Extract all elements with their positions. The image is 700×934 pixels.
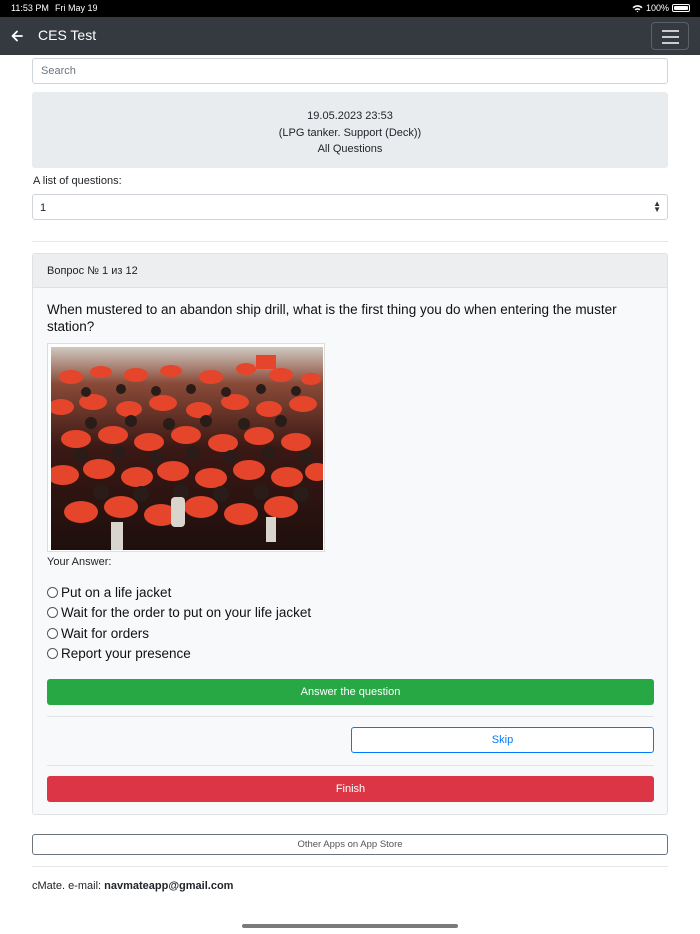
question-list-label: A list of questions: (33, 175, 122, 187)
battery-icon (672, 4, 690, 12)
app-title: CES Test (38, 27, 97, 43)
question-card: Вопрос № 1 из 12 When mustered to an aba… (32, 253, 668, 815)
test-scope: All Questions (317, 143, 383, 155)
contact-email[interactable]: navmateapp@gmail.com (104, 880, 233, 892)
divider (32, 241, 668, 242)
menu-icon-line (662, 42, 679, 44)
radio-button[interactable] (47, 627, 58, 639)
battery-percent: 100% (645, 3, 669, 13)
answer-option[interactable]: Report your presence (47, 644, 311, 665)
radio-button[interactable] (47, 648, 58, 660)
back-arrow-icon[interactable] (9, 26, 25, 46)
test-category: (LPG tanker. Support (Deck)) (278, 126, 422, 139)
home-indicator[interactable] (242, 924, 458, 928)
status-date: Fri May 19 (55, 3, 98, 13)
skip-button[interactable]: Skip (351, 727, 654, 753)
divider (47, 765, 654, 766)
status-right: 100% (632, 3, 690, 13)
answer-question-button[interactable]: Answer the question (47, 679, 654, 705)
divider (32, 866, 668, 867)
question-image (47, 343, 325, 552)
select-chevron-icon: ▲ ▼ (653, 199, 661, 214)
your-answer-label: Your Answer: (47, 556, 112, 568)
answer-option[interactable]: Wait for the order to put on your life j… (47, 603, 311, 624)
test-info-box: 19.05.2023 23:53 (LPG tanker. Support (D… (32, 92, 668, 168)
question-select-value: 1 (40, 202, 47, 214)
answer-option[interactable]: Put on a life jacket (47, 582, 311, 603)
divider (47, 716, 654, 717)
status-time: 11:53 PM (11, 3, 49, 13)
question-select[interactable]: 1 ▲ ▼ (32, 194, 668, 220)
radio-button[interactable] (47, 607, 58, 619)
search-input[interactable]: Search (32, 58, 668, 84)
radio-button[interactable] (47, 586, 58, 598)
answer-option-label: Report your presence (61, 646, 191, 662)
answer-option-label: Put on a life jacket (61, 584, 172, 600)
status-bar: 11:53 PM Fri May 19 100% (0, 0, 700, 17)
question-counter: Вопрос № 1 из 12 (33, 254, 667, 288)
wifi-icon (632, 4, 643, 12)
other-apps-button[interactable]: Other Apps on App Store (32, 834, 668, 855)
hamburger-menu-button[interactable] (651, 22, 689, 50)
question-text: When mustered to an abandon ship drill, … (47, 302, 617, 334)
menu-icon-line (662, 36, 679, 38)
menu-icon-line (662, 30, 679, 32)
test-datetime: 19.05.2023 23:53 (307, 110, 393, 122)
answer-options: Put on a life jacket Wait for the order … (47, 582, 311, 664)
footer: cMate. e-mail: navmateapp@gmail.com (32, 880, 233, 892)
footer-prefix: cMate. e-mail: (32, 880, 105, 892)
answer-option-label: Wait for orders (61, 625, 150, 641)
answer-option[interactable]: Wait for orders (47, 623, 311, 644)
navbar: CES Test (0, 17, 700, 55)
finish-button[interactable]: Finish (47, 776, 654, 802)
answer-option-label: Wait for the order to put on your life j… (61, 605, 312, 621)
